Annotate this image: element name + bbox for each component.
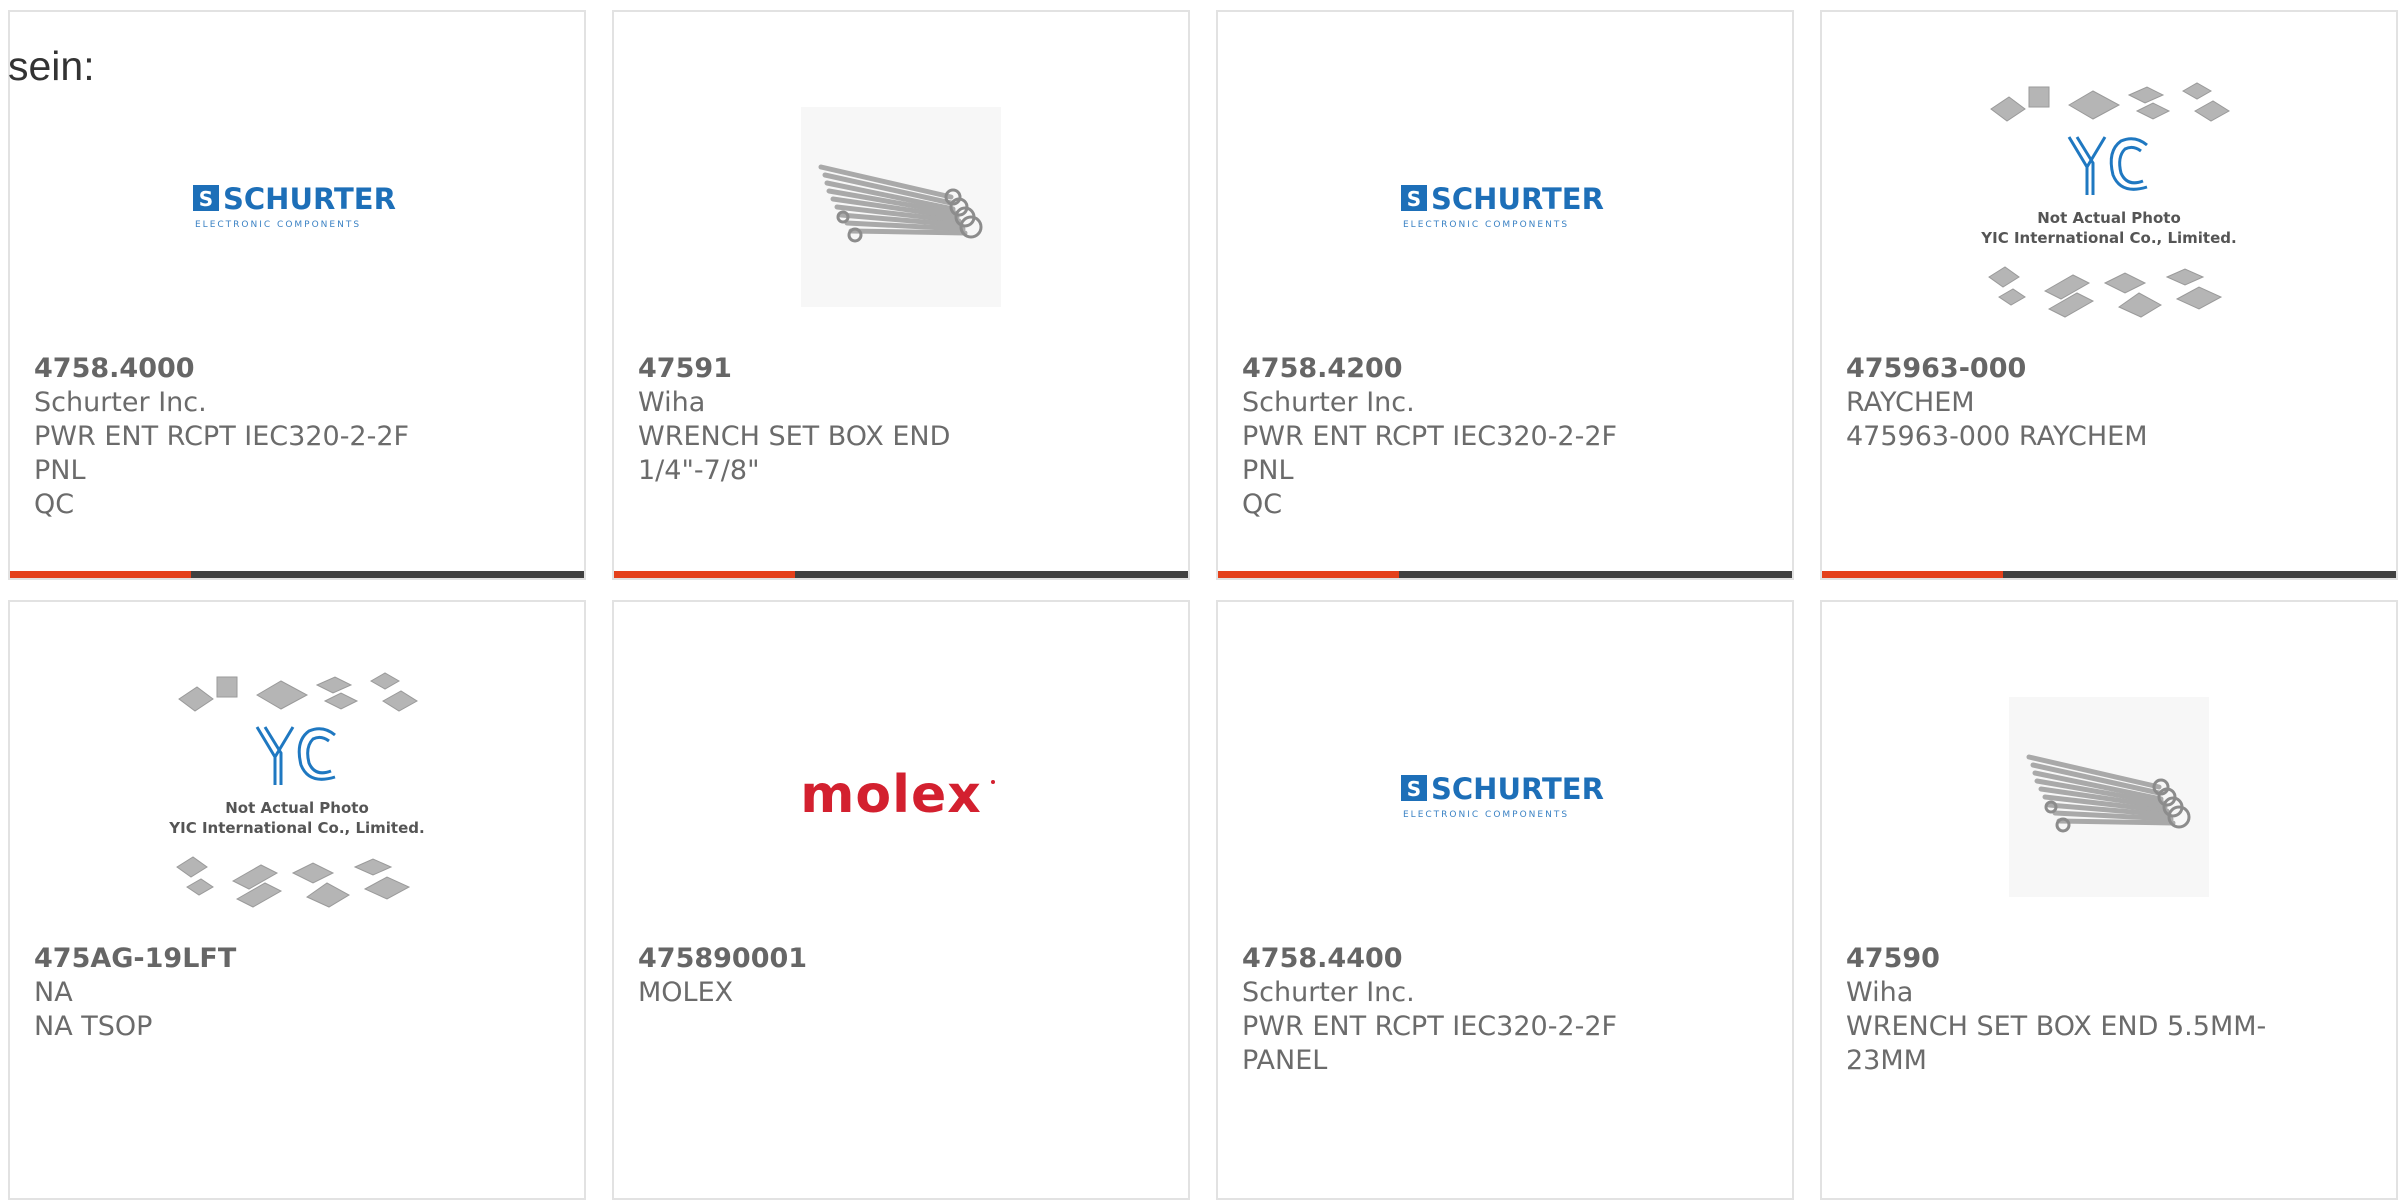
product-image: S SCHURTER ELECTRONIC COMPONENTS [1218, 72, 1792, 342]
product-card[interactable]: Not Actual Photo YIC International Co., … [1820, 10, 2398, 580]
yic-caption-1: Not Actual Photo [2037, 209, 2181, 227]
manufacturer: MOLEX [638, 977, 734, 1008]
part-number[interactable]: 475AG-19LFT [34, 942, 464, 976]
card-bar-accent [1822, 571, 2003, 578]
logo-subtext: ELECTRONIC COMPONENTS [195, 220, 361, 230]
yic-placeholder-image: Not Actual Photo YIC International Co., … [1980, 82, 2237, 318]
card-bar-accent [1218, 571, 1399, 578]
svg-text:S: S [1407, 187, 1421, 211]
manufacturer: Schurter Inc. [1242, 977, 1415, 1008]
logo-text: molex [800, 765, 982, 825]
svg-text:S: S [1407, 777, 1421, 801]
description-cont: PANEL [1242, 1045, 1328, 1076]
card-bar [10, 571, 584, 578]
description-cont: QC [34, 489, 75, 520]
yic-placeholder-image: Not Actual Photo YIC International Co., … [168, 672, 425, 908]
logo-subtext: ELECTRONIC COMPONENTS [1403, 220, 1569, 230]
manufacturer: Schurter Inc. [34, 387, 207, 418]
product-card[interactable]: S SCHURTER ELECTRONIC COMPONENTS 4758.40… [8, 10, 586, 580]
part-number[interactable]: 4758.4000 [34, 352, 464, 386]
product-card[interactable]: molex 475890001 MOLEX [612, 600, 1190, 1200]
logo-text: SCHURTER [1431, 182, 1604, 216]
molex-logo: molex [800, 765, 995, 825]
schurter-logo: S SCHURTER ELECTRONIC COMPONENTS [193, 182, 396, 230]
product-card[interactable]: S SCHURTER ELECTRONIC COMPONENTS 4758.42… [1216, 10, 1794, 580]
card-bar [614, 571, 1188, 578]
description: WRENCH SET BOX END 5.5MM- [1846, 1011, 2267, 1042]
manufacturer: NA [34, 977, 73, 1008]
schurter-logo: S SCHURTER ELECTRONIC COMPONENTS [1401, 772, 1604, 820]
wrench-set-image [801, 107, 1001, 307]
manufacturer: Schurter Inc. [1242, 387, 1415, 418]
part-number[interactable]: 475890001 [638, 942, 1068, 976]
card-bar [1822, 571, 2396, 578]
description: WRENCH SET BOX END 1/4"-7/8" [638, 421, 951, 486]
description: PWR ENT RCPT IEC320-2-2F PNL [1242, 421, 1618, 486]
product-card[interactable]: Not Actual Photo YIC International Co., … [8, 600, 586, 1200]
product-image: S SCHURTER ELECTRONIC COMPONENTS [1218, 662, 1792, 932]
wrench-set-image [2009, 697, 2209, 897]
logo-text: SCHURTER [1431, 772, 1604, 806]
manufacturer: Wiha [638, 387, 706, 418]
schurter-logo: S SCHURTER ELECTRONIC COMPONENTS [1401, 182, 1604, 230]
product-image [614, 72, 1188, 342]
product-image: molex [614, 662, 1188, 932]
manufacturer: RAYCHEM [1846, 387, 1975, 418]
product-image: Not Actual Photo YIC International Co., … [1822, 72, 2396, 342]
yic-caption-2: YIC International Co., Limited. [1980, 229, 2236, 247]
yic-caption-2: YIC International Co., Limited. [168, 819, 424, 837]
logo-text: SCHURTER [223, 182, 396, 216]
product-card[interactable]: S SCHURTER ELECTRONIC COMPONENTS 4758.44… [1216, 600, 1794, 1200]
svg-text:S: S [199, 187, 213, 211]
product-image [1822, 662, 2396, 932]
part-number[interactable]: 47591 [638, 352, 1068, 386]
description-cont: QC [1242, 489, 1283, 520]
part-number[interactable]: 4758.4200 [1242, 352, 1672, 386]
intro-text: sein: [8, 43, 95, 89]
part-number[interactable]: 4758.4400 [1242, 942, 1672, 976]
description: PWR ENT RCPT IEC320-2-2F PNL [34, 421, 410, 486]
description: PWR ENT RCPT IEC320-2-2F [1242, 1011, 1618, 1042]
description: NA TSOP [34, 1011, 153, 1042]
product-card[interactable]: 47591 Wiha WRENCH SET BOX END 1/4"-7/8" [612, 10, 1190, 580]
card-bar-accent [10, 571, 191, 578]
card-bar [1218, 571, 1792, 578]
product-image: Not Actual Photo YIC International Co., … [10, 662, 584, 932]
product-image: S SCHURTER ELECTRONIC COMPONENTS [10, 72, 584, 342]
part-number[interactable]: 475963-000 [1846, 352, 2276, 386]
yic-caption-1: Not Actual Photo [225, 799, 369, 817]
description: 475963-000 RAYCHEM [1846, 421, 2148, 452]
logo-subtext: ELECTRONIC COMPONENTS [1403, 810, 1569, 820]
part-number[interactable]: 47590 [1846, 942, 2276, 976]
card-bar-accent [614, 571, 795, 578]
manufacturer: Wiha [1846, 977, 1914, 1008]
product-card[interactable]: 47590 Wiha WRENCH SET BOX END 5.5MM- 23M… [1820, 600, 2398, 1200]
description-cont: 23MM [1846, 1045, 1927, 1076]
